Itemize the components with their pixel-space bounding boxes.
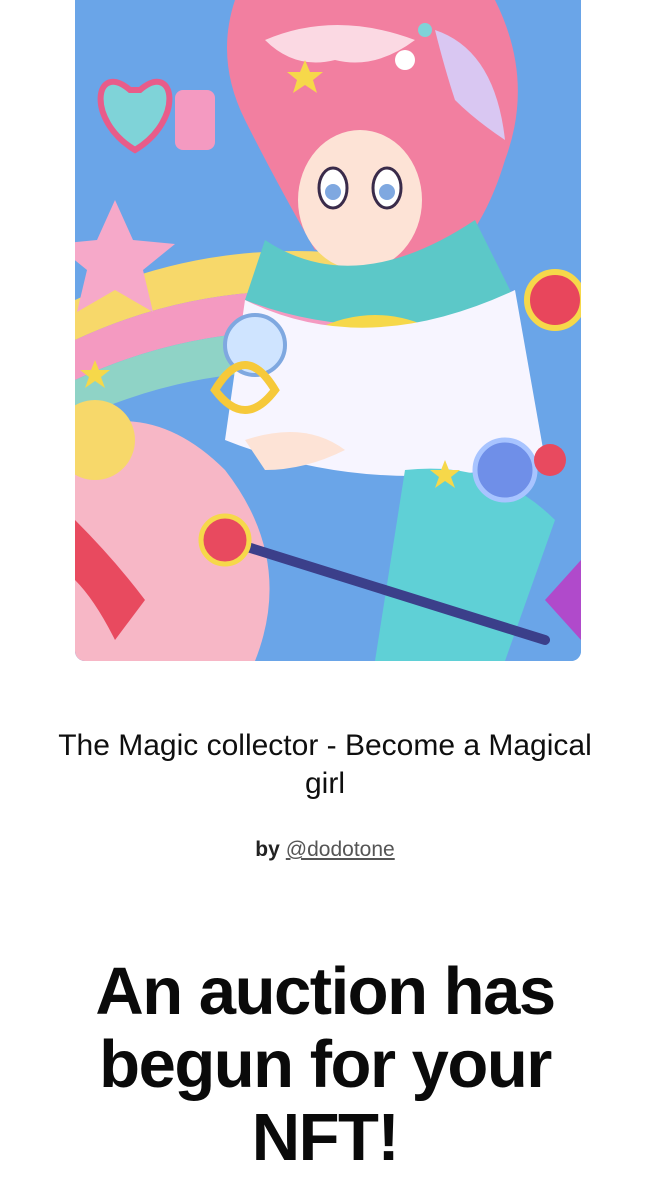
nft-title: The Magic collector - Become a Magical g… — [58, 729, 592, 800]
nft-artwork-illustration — [75, 0, 581, 661]
creator-byline: by @dodotone — [0, 835, 650, 865]
by-label: by — [255, 838, 280, 861]
auction-headline: An auction has begun for your NFT! — [95, 954, 556, 1175]
nft-artwork-image[interactable] — [75, 0, 581, 661]
creator-handle-link[interactable]: @dodotone — [286, 838, 395, 861]
